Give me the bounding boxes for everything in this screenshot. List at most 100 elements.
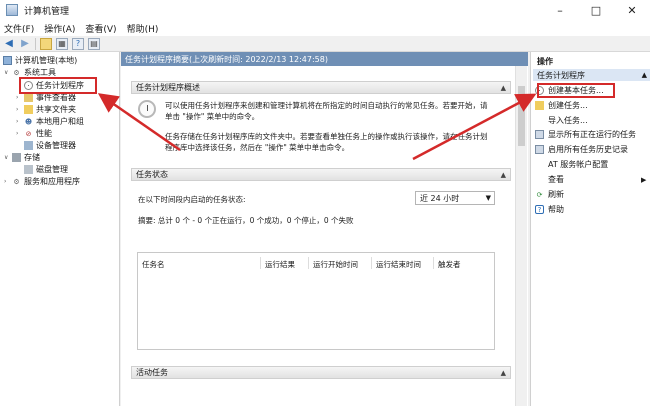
overview-p2-line1: 任务存储在任务计划程序库的文件夹中。若要查看单独任务上的操作或执行该操作，请在任… [165, 132, 488, 141]
action-view[interactable]: 查看 ▶ [535, 174, 646, 185]
expand-chevron-icon[interactable]: › [16, 106, 24, 113]
overview-section-header[interactable]: 任务计划程序概述 ▲ [131, 81, 511, 94]
back-arrow-icon[interactable]: ◀ [3, 38, 15, 50]
overview-p1-line1: 可以使用任务计划程序来创建和管理计算机将在所指定的时间自动执行的常见任务。若要开… [165, 101, 488, 110]
task-status-table: 任务名 运行结果 运行开始时间 运行结束时间 触发者 [137, 252, 495, 350]
shared-folder-icon [24, 105, 33, 114]
column-divider [260, 257, 261, 269]
close-button[interactable]: ✕ [614, 0, 650, 20]
action-import-task[interactable]: 导入任务... [535, 115, 588, 126]
action-help[interactable]: ? 帮助 [535, 204, 564, 215]
action-label: 导入任务... [548, 116, 588, 125]
tree-shared-folders-label: 共享文件夹 [36, 105, 76, 114]
running-tasks-icon [535, 130, 544, 139]
tools-icon: ⚙ [13, 68, 20, 77]
chevron-down-icon: ▼ [485, 194, 491, 202]
tree-device-manager-label: 设备管理器 [36, 141, 76, 150]
expand-chevron-icon[interactable]: › [16, 130, 24, 137]
highlight-box-create-basic-task [537, 83, 615, 98]
forward-arrow-icon[interactable]: ▶ [19, 38, 31, 50]
users-icon: ☻ [24, 117, 33, 126]
menu-action[interactable]: 操作(A) [44, 22, 75, 35]
action-label: 创建任务... [548, 101, 588, 110]
overview-p2-line2: 程序库中选择该任务，然后在 "操作" 菜单中单击命令。 [165, 143, 350, 152]
menu-file[interactable]: 文件(F) [4, 22, 34, 35]
column-run-start[interactable]: 运行开始时间 [313, 259, 358, 270]
vertical-scrollbar[interactable] [515, 66, 527, 406]
storage-icon [12, 153, 21, 162]
action-enable-history[interactable]: 启用所有任务历史记录 [535, 144, 628, 155]
tree-item-root[interactable]: 计算机管理(本地) [3, 55, 77, 66]
overview-paragraph-1: 可以使用任务计划程序来创建和管理计算机将在所指定的时间自动执行的常见任务。若要开… [165, 100, 488, 122]
expand-chevron-icon[interactable]: › [4, 178, 12, 185]
actions-subheader-label: 任务计划程序 [537, 70, 585, 80]
tree-item-shared-folders[interactable]: › 共享文件夹 [16, 104, 76, 115]
collapse-up-icon[interactable]: ▲ [501, 171, 506, 179]
tree-item-device-manager[interactable]: 设备管理器 [24, 140, 76, 151]
tree-disk-management-label: 磁盘管理 [36, 165, 68, 174]
overview-title: 任务计划程序概述 [136, 83, 200, 92]
performance-icon: ⊘ [25, 129, 32, 138]
action-create-task[interactable]: 创建任务... [535, 100, 588, 111]
tree-item-local-users[interactable]: › ☻ 本地用户和组 [16, 116, 84, 127]
actions-pane: 操作 任务计划程序 ▲ · 创建基本任务... 创建任务... 导入任务... … [530, 52, 650, 406]
expand-chevron-icon[interactable]: › [16, 118, 24, 125]
overview-p1-line2: 单击 "操作" 菜单中的命令。 [165, 112, 260, 121]
collapse-chevron-icon[interactable]: ∨ [4, 154, 12, 161]
action-refresh[interactable]: ⟳ 刷新 [535, 189, 564, 200]
collapse-up-icon[interactable]: ▲ [501, 369, 506, 377]
show-hide-tree-icon[interactable]: ▦ [56, 37, 68, 50]
tree-item-performance[interactable]: › ⊘ 性能 [16, 128, 52, 139]
status-period-select[interactable]: 近 24 小时 ▼ [415, 191, 495, 205]
event-viewer-icon [24, 93, 33, 102]
navigation-tree: 计算机管理(本地) ∨ ⚙ 系统工具 · 任务计划程序 › 事件查看器 › 共享… [0, 52, 120, 406]
maximize-button[interactable]: □ [578, 0, 614, 20]
active-tasks-section-header[interactable]: 活动任务 ▲ [131, 366, 511, 379]
column-run-result[interactable]: 运行结果 [265, 259, 295, 270]
toolbar-divider [35, 37, 36, 50]
device-manager-icon [24, 141, 33, 150]
collapse-chevron-icon[interactable]: ∨ [4, 69, 12, 76]
window-title: 计算机管理 [24, 6, 70, 17]
folder-up-icon[interactable] [40, 37, 52, 50]
actions-subheader[interactable]: 任务计划程序 ▲ [533, 69, 650, 81]
column-divider [308, 257, 309, 269]
scrollbar-thumb[interactable] [518, 86, 525, 146]
import-icon [535, 116, 544, 125]
overview-paragraph-2: 任务存储在任务计划程序库的文件夹中。若要查看单独任务上的操作或执行该操作，请在任… [165, 131, 488, 153]
action-show-running-tasks[interactable]: 显示所有正在运行的任务 [535, 129, 636, 140]
blank-icon [535, 175, 544, 184]
collapse-up-icon[interactable]: ▲ [642, 71, 647, 79]
collapse-up-icon[interactable]: ▲ [501, 84, 506, 92]
status-section-header[interactable]: 任务状态 ▲ [131, 168, 511, 181]
highlight-box-task-scheduler [19, 77, 97, 94]
help-icon[interactable]: ? [72, 37, 84, 50]
minimize-button[interactable]: – [542, 0, 578, 20]
menu-help[interactable]: 帮助(H) [127, 22, 159, 35]
menu-bar: 文件(F) 操作(A) 查看(V) 帮助(H) [0, 20, 650, 36]
properties-icon[interactable]: ▤ [88, 37, 100, 50]
action-label: 查看 [548, 175, 564, 184]
blank-icon [535, 160, 544, 169]
expand-chevron-icon[interactable]: › [16, 94, 24, 101]
tree-services-apps-label: 服务和应用程序 [24, 177, 80, 186]
summary-header: 任务计划程序摘要(上次刷新时间: 2022/2/13 12:47:58) [121, 52, 528, 66]
column-trigger[interactable]: 触发者 [438, 259, 461, 270]
action-at-service-config[interactable]: AT 服务帐户配置 [535, 159, 608, 170]
history-icon [535, 145, 544, 154]
submenu-arrow-icon: ▶ [641, 175, 647, 184]
column-task-name[interactable]: 任务名 [142, 259, 165, 270]
tree-item-disk-management[interactable]: 磁盘管理 [24, 164, 68, 175]
main-panel: 任务计划程序摘要(上次刷新时间: 2022/2/13 12:47:58) 任务计… [121, 52, 528, 406]
menu-view[interactable]: 查看(V) [85, 22, 116, 35]
action-label: AT 服务帐户配置 [548, 160, 609, 169]
action-label: 启用所有任务历史记录 [548, 145, 628, 154]
active-tasks-title: 活动任务 [136, 368, 168, 377]
tree-item-services-apps[interactable]: › ⚙ 服务和应用程序 [4, 176, 80, 187]
status-summary: 摘要: 总计 0 个 - 0 个正在运行，0 个成功，0 个停止，0 个失败 [138, 216, 354, 225]
tree-item-storage[interactable]: ∨ 存储 [4, 152, 40, 163]
actions-title: 操作 [537, 57, 553, 66]
computer-icon [3, 56, 12, 65]
toolbar: ◀ ▶ ▦ ? ▤ [0, 36, 650, 52]
column-run-end[interactable]: 运行结束时间 [376, 259, 421, 270]
